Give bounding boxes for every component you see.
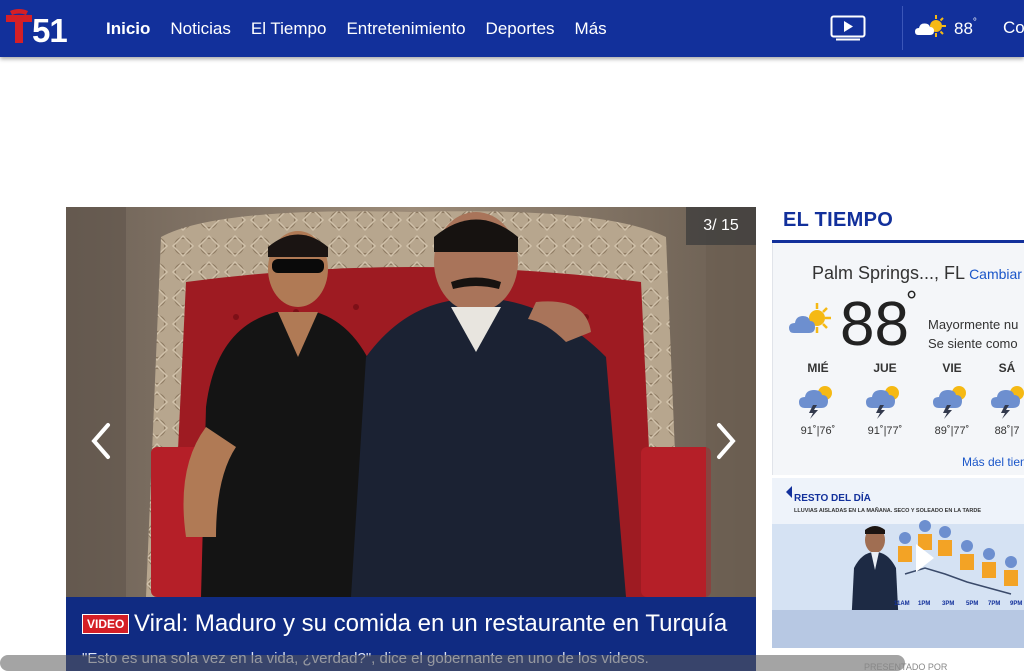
forecast-high-low: 88˚|7 <box>994 425 1020 437</box>
weather-video-thumbnail[interactable]: RESTO DEL DÍA LLUVIAS AISLADAS EN LA MAÑ… <box>772 478 1024 648</box>
top-navigation-bar: 51 Inicio Noticias El Tiempo Entretenimi… <box>0 0 1024 57</box>
slide-headline[interactable]: Viral: Maduro y su comida en un restaura… <box>134 610 727 638</box>
more-weather-link[interactable]: Más del tiem <box>962 455 1024 469</box>
video-time-label: 1PM <box>918 601 930 607</box>
video-time-label: 9PM <box>1010 601 1022 607</box>
video-time-label: 11AM <box>894 601 910 607</box>
nav-item-entretenimiento[interactable]: Entretenimiento <box>346 19 465 39</box>
current-temperature-degree: ° <box>906 285 918 316</box>
slide-counter: 3/ 15 <box>686 207 756 245</box>
svg-text:51: 51 <box>32 12 67 45</box>
sponsor-label: PRESENTADO POR <box>864 662 948 671</box>
forecast-day[interactable]: VIE 89˚|77˚ <box>922 361 982 437</box>
condition-text: Mayormente nu <box>928 317 1019 332</box>
forecast-day[interactable]: JUE 91˚|77˚ <box>855 361 915 437</box>
forecast-day-name: JUE <box>873 361 897 375</box>
nav-item-overflow[interactable]: Co <box>1003 18 1024 38</box>
forecast-day-name: VIE <box>942 361 962 375</box>
weather-section-title[interactable]: EL TIEMPO <box>783 209 893 232</box>
thunderstorm-icon <box>788 381 848 419</box>
header-temp: 88 <box>954 19 973 38</box>
video-badge: VIDEO <box>82 614 130 634</box>
feels-like-text: Se siente como <box>928 336 1018 351</box>
video-time-label: 5PM <box>966 601 978 607</box>
forecast-high-low: 89˚|77˚ <box>934 425 970 437</box>
location-name: Palm Springs..., FL <box>812 263 966 283</box>
slide-photo <box>66 207 756 597</box>
hero-slideshow[interactable]: 3/ 15 VIDEO Viral: Maduro y su comida en… <box>66 207 756 671</box>
weather-location: Palm Springs..., FL Cambiar <box>812 263 1022 284</box>
previous-slide-chevron-icon[interactable] <box>86 421 116 461</box>
forecast-day[interactable]: SÁ 88˚|7 <box>989 361 1024 437</box>
main-nav: Inicio Noticias El Tiempo Entretenimient… <box>106 0 627 57</box>
horizontal-scrollbar[interactable] <box>0 655 905 671</box>
thunderstorm-icon <box>855 381 915 419</box>
partly-sunny-icon <box>787 301 835 341</box>
forecast-day-name: MIÉ <box>807 361 829 375</box>
current-temperature: 88 <box>840 290 909 359</box>
nav-item-el-tiempo[interactable]: El Tiempo <box>251 19 327 39</box>
nav-divider <box>902 6 903 50</box>
nav-item-mas[interactable]: Más <box>575 19 607 39</box>
video-play-icon[interactable] <box>830 15 866 41</box>
header-weather[interactable]: 88 ° <box>914 13 977 46</box>
video-time-label: 7PM <box>988 601 1000 607</box>
thunderstorm-icon <box>989 381 1024 419</box>
nav-item-noticias[interactable]: Noticias <box>170 19 230 39</box>
weather-condition: Mayormente nu Se siente como <box>928 315 1018 353</box>
nav-item-deportes[interactable]: Deportes <box>486 19 555 39</box>
header-temp-degree: ° <box>972 16 977 28</box>
video-banner-subtitle: LLUVIAS AISLADAS EN LA MAÑANA. SECO Y SO… <box>794 507 981 514</box>
weather-sidebar: EL TIEMPO Palm Springs..., FL Cambiar 88 … <box>772 207 1024 671</box>
partly-sunny-icon <box>914 13 950 46</box>
weather-card: Palm Springs..., FL Cambiar 88 ° Mayormen… <box>772 243 1024 475</box>
telemundo-51-logo[interactable]: 51 <box>4 9 70 49</box>
thunderstorm-icon <box>922 381 982 419</box>
forecast-day[interactable]: MIÉ 91˚|76˚ <box>788 361 848 437</box>
nav-item-inicio[interactable]: Inicio <box>106 19 150 39</box>
video-banner-title: RESTO DEL DÍA <box>794 491 871 504</box>
forecast-high-low: 91˚|77˚ <box>867 425 903 437</box>
next-slide-chevron-icon[interactable] <box>711 421 741 461</box>
forecast-day-name: SÁ <box>998 361 1016 375</box>
forecast-high-low: 91˚|76˚ <box>800 425 836 437</box>
video-time-label: 3PM <box>942 601 954 607</box>
change-location-link[interactable]: Cambiar <box>969 266 1022 282</box>
